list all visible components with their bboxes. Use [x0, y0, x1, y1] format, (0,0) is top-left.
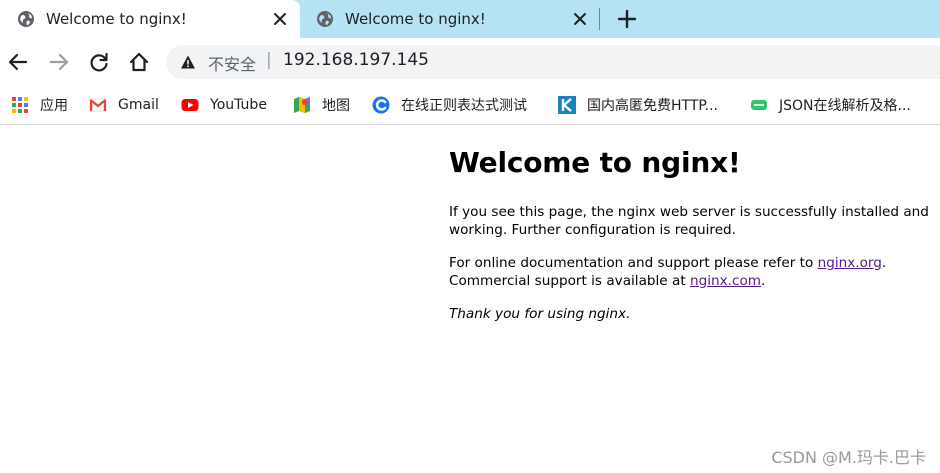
bookmark-json[interactable]: JSON在线解析及格...	[750, 86, 911, 124]
maps-icon	[294, 97, 310, 113]
bookmark-regex[interactable]: 在线正则表达式测试	[372, 86, 527, 124]
close-tab-icon[interactable]	[272, 11, 288, 27]
intro-paragraph: If you see this page, the nginx web serv…	[449, 204, 929, 238]
tab-separator	[599, 8, 600, 30]
docs-text-3: .	[761, 273, 766, 289]
tab-inactive[interactable]: Welcome to nginx!	[300, 0, 600, 38]
tab-strip: Welcome to nginx! Welcome to nginx!	[0, 0, 940, 38]
bookmark-proxy[interactable]: 国内高匿免费HTTP...	[558, 86, 718, 124]
security-separator: |	[266, 50, 272, 70]
bookmark-label: 国内高匿免费HTTP...	[587, 98, 718, 114]
k-site-icon	[558, 96, 576, 114]
json-site-icon	[751, 100, 767, 110]
bookmark-label: YouTube	[210, 97, 267, 113]
back-arrow-icon[interactable]	[7, 51, 29, 73]
nginx-com-link[interactable]: nginx.com	[690, 273, 761, 289]
youtube-icon	[181, 99, 199, 111]
url-text[interactable]: 192.168.197.145	[283, 50, 429, 70]
watermark: CSDN @M.玛卡.巴卡	[771, 448, 926, 467]
home-icon[interactable]	[128, 51, 150, 73]
close-tab-icon[interactable]	[572, 11, 588, 27]
thanks-paragraph: Thank you for using nginx.	[449, 306, 631, 322]
forward-arrow-icon[interactable]	[48, 51, 70, 73]
docs-paragraph: For online documentation and support ple…	[449, 254, 929, 290]
address-bar[interactable]: 不安全 | 192.168.197.145	[166, 45, 940, 79]
new-tab-icon[interactable]	[616, 8, 638, 30]
nginx-org-link[interactable]: nginx.org	[818, 255, 882, 271]
security-label[interactable]: 不安全	[208, 51, 256, 75]
bookmark-label: 地图	[322, 98, 350, 114]
bookmark-label: JSON在线解析及格...	[779, 98, 911, 114]
page-heading: Welcome to nginx!	[449, 146, 741, 179]
bookmark-maps[interactable]: 地图	[293, 86, 350, 124]
apps-grid-icon	[12, 97, 28, 113]
bookmark-label: 应用	[40, 98, 68, 114]
tab-title: Welcome to nginx!	[345, 10, 486, 28]
toolbar: 不安全 | 192.168.197.145	[0, 38, 940, 86]
gmail-icon	[89, 98, 107, 112]
bookmarks-bar: 应用 Gmail YouTube 地图 在线正则表达式测试 国内高匿免费HTTP…	[0, 86, 940, 125]
bookmark-label: 在线正则表达式测试	[401, 98, 527, 114]
globe-icon	[317, 11, 333, 27]
tab-title: Welcome to nginx!	[46, 10, 187, 28]
bookmark-apps[interactable]: 应用	[11, 86, 68, 124]
reload-icon[interactable]	[88, 51, 110, 73]
regex-site-icon	[372, 96, 390, 114]
tab-active[interactable]: Welcome to nginx!	[0, 0, 300, 38]
bookmark-youtube[interactable]: YouTube	[181, 86, 267, 124]
warning-icon[interactable]	[180, 54, 196, 70]
globe-icon	[18, 11, 34, 27]
bookmark-gmail[interactable]: Gmail	[89, 86, 159, 124]
bookmark-label: Gmail	[118, 97, 159, 113]
docs-text-1: For online documentation and support ple…	[449, 255, 818, 271]
